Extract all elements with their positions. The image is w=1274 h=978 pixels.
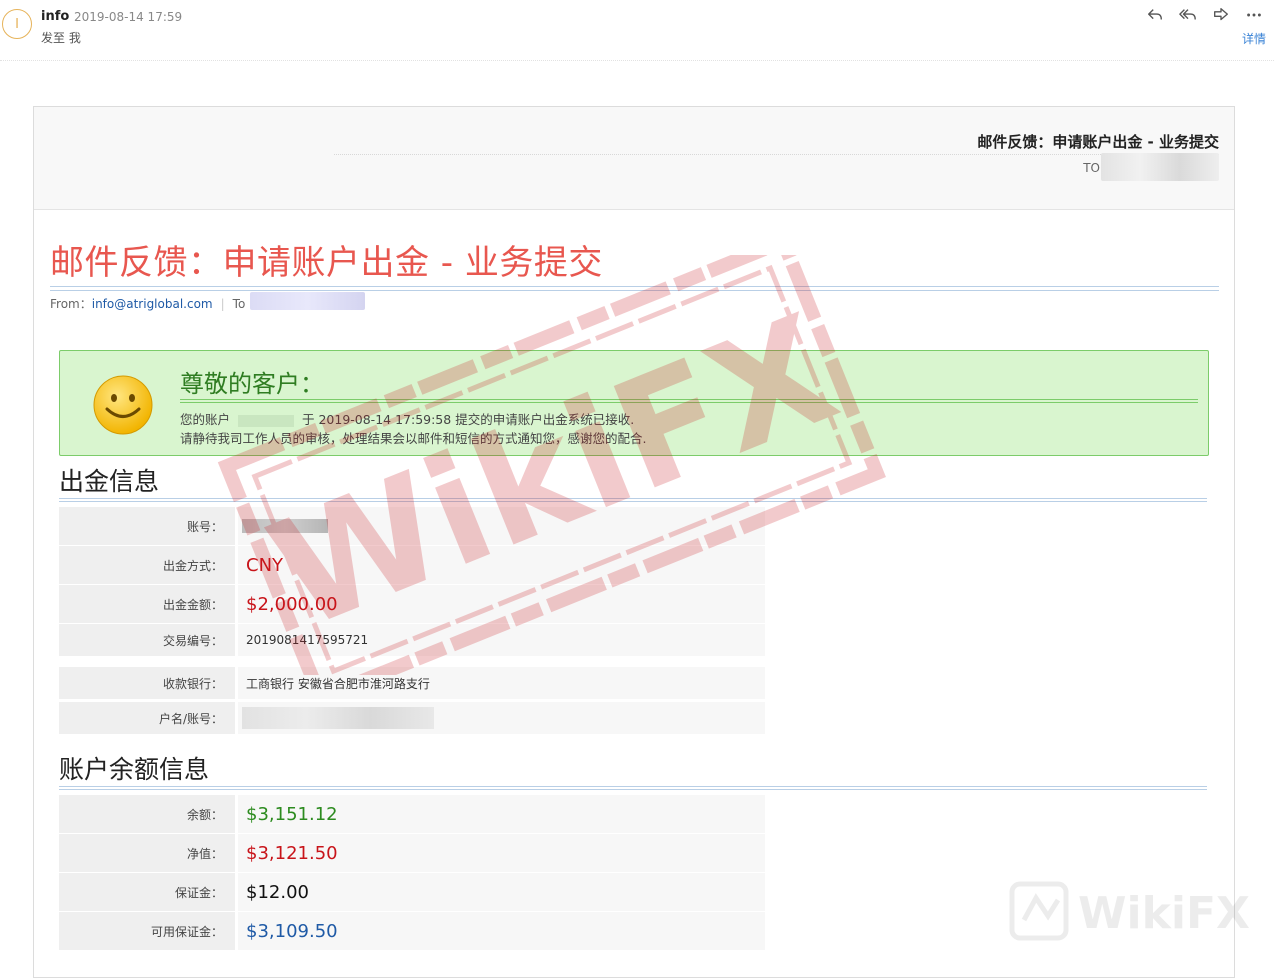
withdrawal-row-amount: 出金金额： $2,000.00	[59, 585, 765, 623]
redacted-account-number	[242, 519, 328, 533]
more-icon[interactable]	[1244, 5, 1264, 25]
field-value: $3,109.50	[238, 912, 765, 950]
field-label: 户名/账号：	[59, 702, 235, 734]
field-label: 保证金：	[59, 873, 235, 911]
field-value: $12.00	[238, 873, 765, 911]
from-label: From：	[50, 297, 92, 311]
balance-section-divider	[59, 786, 1207, 790]
from-address[interactable]: info@atriglobal.com	[92, 297, 213, 311]
banner-divider	[334, 154, 1219, 155]
email-body-card: 邮件反馈：申请账户出金 - 业务提交 TO： 邮件反馈：申请账户出金 - 业务提…	[33, 106, 1235, 978]
smiley-icon	[93, 375, 153, 435]
mail-header: I info 2019-08-14 17:59 发至 我 详情	[0, 0, 1274, 61]
banner-title: 邮件反馈：申请账户出金 - 业务提交	[977, 133, 1219, 151]
notice-line-2: 请静待我司工作人员的审核，处理结果会以邮件和短信的方式通知您，感谢您的配合.	[180, 431, 647, 446]
reply-all-icon[interactable]	[1178, 5, 1198, 25]
balance-row-margin: 保证金： $12.00	[59, 873, 765, 911]
withdrawal-section-title: 出金信息	[59, 467, 160, 496]
balance-row-free-margin: 可用保证金： $3,109.50	[59, 912, 765, 950]
from-line: From：info@atriglobal.com | To	[50, 295, 245, 312]
details-link[interactable]: 详情	[1242, 30, 1266, 47]
notice-greeting: 尊敬的客户：	[180, 370, 324, 398]
field-value: $2,000.00	[238, 585, 765, 623]
redacted-to-address	[250, 292, 365, 310]
field-label: 收款银行：	[59, 667, 235, 699]
field-label: 出金方式：	[59, 546, 235, 584]
field-label: 净值：	[59, 834, 235, 872]
field-label: 可用保证金：	[59, 912, 235, 950]
notice-line1-prefix: 您的账户	[180, 412, 231, 427]
field-label: 交易编号：	[59, 624, 235, 656]
field-value: $3,151.12	[238, 795, 765, 833]
redacted-recipient	[1101, 153, 1219, 181]
forward-icon[interactable]	[1211, 5, 1231, 25]
redacted-bank-account	[242, 707, 434, 729]
field-label: 出金金额：	[59, 585, 235, 623]
field-value: 2019081417595721	[238, 624, 765, 656]
field-label: 余额：	[59, 795, 235, 833]
notice-line1-suffix: 于 2019-08-14 17:59:58 提交的申请账户出金系统已接收.	[301, 412, 635, 427]
sender-name[interactable]: info	[41, 9, 69, 24]
to-label: To	[232, 297, 246, 311]
notice-divider	[180, 399, 1198, 403]
redacted-account	[238, 414, 294, 427]
field-value	[238, 507, 765, 545]
withdrawal-row-method: 出金方式： CNY	[59, 546, 765, 584]
email-title: 邮件反馈：申请账户出金 - 业务提交	[50, 243, 603, 283]
title-divider	[50, 286, 1219, 291]
balance-row-balance: 余额： $3,151.12	[59, 795, 765, 833]
field-value	[238, 702, 765, 734]
withdrawal-row-account: 账号：	[59, 507, 765, 545]
field-value: CNY	[238, 546, 765, 584]
field-label: 账号：	[59, 507, 235, 545]
bank-row-account: 户名/账号：	[59, 702, 765, 734]
sent-time: 2019-08-14 17:59	[74, 10, 183, 24]
reply-icon[interactable]	[1145, 5, 1165, 25]
notice-line-1: 您的账户 于 2019-08-14 17:59:58 提交的申请账户出金系统已接…	[180, 409, 634, 428]
withdrawal-row-transaction-id: 交易编号： 2019081417595721	[59, 624, 765, 656]
bank-row-name: 收款银行： 工商银行 安徽省合肥市淮河路支行	[59, 667, 765, 699]
balance-row-equity: 净值： $3,121.50	[59, 834, 765, 872]
from-separator: |	[220, 297, 225, 311]
mail-actions	[1145, 5, 1264, 25]
sender-avatar[interactable]: I	[2, 9, 32, 39]
recipient-line: 发至 我	[41, 31, 81, 45]
notice-box: 尊敬的客户： 您的账户 于 2019-08-14 17:59:58 提交的申请账…	[59, 350, 1209, 456]
balance-section-title: 账户余额信息	[59, 755, 210, 784]
field-value: 工商银行 安徽省合肥市淮河路支行	[238, 667, 765, 699]
email-banner: 邮件反馈：申请账户出金 - 业务提交 TO：	[34, 107, 1234, 210]
withdrawal-section-divider	[59, 498, 1207, 502]
field-value: $3,121.50	[238, 834, 765, 872]
